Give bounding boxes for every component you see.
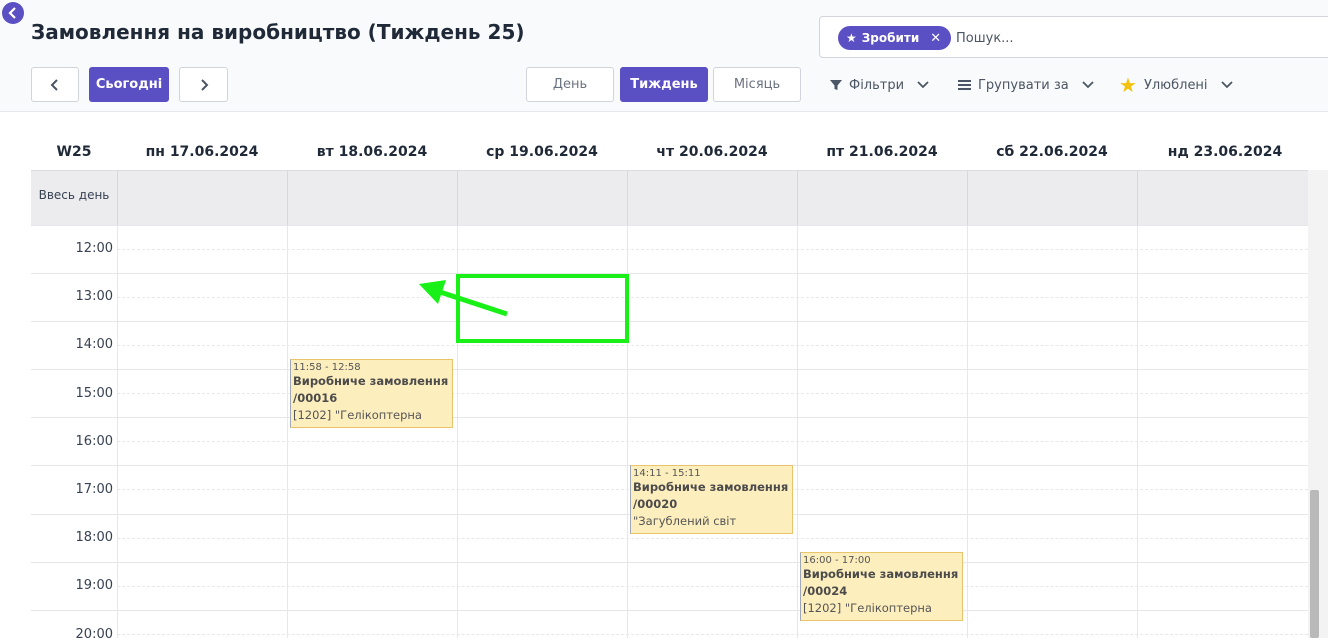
day-header[interactable]: пт 21.06.2024 bbox=[797, 144, 967, 160]
annotation-highlight-box bbox=[456, 274, 629, 343]
day-header[interactable]: нд 23.06.2024 bbox=[1137, 144, 1313, 160]
column-divider bbox=[797, 225, 798, 638]
column-divider bbox=[627, 170, 628, 225]
favorites-toggle[interactable]: ★ Улюблені bbox=[1119, 74, 1233, 96]
scale-day-button[interactable]: День bbox=[526, 67, 614, 102]
search-input[interactable] bbox=[956, 27, 1286, 49]
half-hour-line bbox=[117, 345, 1308, 346]
chevron-down-icon bbox=[917, 81, 929, 89]
next-button[interactable] bbox=[179, 67, 228, 102]
event-title: Виробниче замовлення bbox=[803, 567, 959, 581]
time-label: 13:00 bbox=[75, 289, 113, 304]
search-bar[interactable]: ★ Зробити ✕ bbox=[819, 16, 1328, 58]
half-hour-line bbox=[117, 538, 1308, 539]
filters-toggle[interactable]: Фільтри bbox=[830, 74, 929, 96]
event-number: /00016 bbox=[293, 391, 338, 405]
time-label: 19:00 bbox=[75, 578, 113, 593]
time-label: 12:00 bbox=[75, 241, 113, 256]
calendar-event[interactable]: 14:11 - 15:11 Виробниче замовлення /0002… bbox=[630, 465, 793, 534]
groupby-toggle[interactable]: Групувати за bbox=[958, 74, 1094, 96]
chevron-down-icon bbox=[1220, 81, 1233, 89]
filters-label: Фільтри bbox=[849, 77, 905, 93]
half-hour-line bbox=[117, 297, 1308, 298]
half-hour-line bbox=[117, 249, 1308, 250]
event-subtitle: [1202] "Гелікоптерна bbox=[803, 601, 932, 615]
column-divider bbox=[457, 170, 458, 225]
hour-line bbox=[31, 562, 1308, 563]
previous-button[interactable] bbox=[31, 67, 79, 102]
back-icon[interactable] bbox=[2, 2, 24, 24]
calendar-view: W25 пн 17.06.2024 вт 18.06.2024 ср 19.06… bbox=[31, 112, 1328, 638]
filter-icon bbox=[830, 80, 842, 90]
column-divider bbox=[967, 170, 968, 225]
column-divider bbox=[287, 225, 288, 638]
favorites-label: Улюблені bbox=[1143, 77, 1208, 93]
time-label: 14:00 bbox=[75, 337, 113, 352]
calendar-header: W25 пн 17.06.2024 вт 18.06.2024 ср 19.06… bbox=[31, 112, 1328, 170]
close-icon[interactable]: ✕ bbox=[930, 31, 941, 46]
time-label: 16:00 bbox=[75, 434, 113, 449]
column-divider bbox=[797, 170, 798, 225]
event-time: 16:00 - 17:00 bbox=[803, 555, 871, 566]
event-time: 11:58 - 12:58 bbox=[293, 362, 361, 373]
scrollbar-thumb[interactable] bbox=[1310, 490, 1319, 638]
page-title: Замовлення на виробництво (Тиждень 25) bbox=[31, 20, 525, 44]
all-day-row[interactable]: Ввесь день bbox=[31, 170, 1308, 218]
facet-label: Зробити bbox=[861, 31, 920, 45]
event-number: /00020 bbox=[633, 497, 678, 511]
event-time: 14:11 - 15:11 bbox=[633, 468, 701, 479]
all-day-label: Ввесь день bbox=[31, 171, 117, 218]
hour-line bbox=[31, 321, 1308, 322]
chevron-down-icon bbox=[1082, 81, 1094, 89]
column-divider bbox=[287, 170, 288, 225]
hour-line bbox=[31, 273, 1308, 274]
week-number: W25 bbox=[56, 144, 92, 160]
event-subtitle: "Загублений світ bbox=[633, 514, 737, 528]
column-divider bbox=[117, 225, 118, 638]
today-button[interactable]: Сьогодні bbox=[89, 67, 169, 102]
column-divider bbox=[1137, 170, 1138, 225]
day-header[interactable]: вт 18.06.2024 bbox=[287, 144, 457, 160]
time-label: 15:00 bbox=[75, 386, 113, 401]
day-header[interactable]: сб 22.06.2024 bbox=[967, 144, 1137, 160]
control-panel: Замовлення на виробництво (Тиждень 25) ★… bbox=[0, 0, 1328, 112]
event-title: Виробниче замовлення bbox=[633, 480, 789, 494]
column-divider bbox=[967, 225, 968, 638]
column-divider bbox=[117, 170, 118, 225]
calendar-event[interactable]: 11:58 - 12:58 Виробниче замовлення /0001… bbox=[290, 359, 453, 428]
star-icon: ★ bbox=[846, 31, 857, 45]
star-icon: ★ bbox=[1119, 73, 1137, 97]
event-number: /00024 bbox=[803, 584, 848, 598]
search-facet[interactable]: ★ Зробити ✕ bbox=[838, 26, 952, 50]
day-header[interactable]: ср 19.06.2024 bbox=[457, 144, 627, 160]
half-hour-line bbox=[117, 441, 1308, 442]
hour-line bbox=[31, 369, 1308, 370]
time-label: 20:00 bbox=[75, 627, 113, 638]
chevron-right-icon bbox=[200, 78, 208, 91]
time-grid[interactable]: 12:00 13:00 14:00 15:00 16:00 17:00 18:0… bbox=[31, 225, 1308, 638]
hour-line bbox=[31, 610, 1308, 611]
half-hour-line bbox=[117, 586, 1308, 587]
half-hour-line bbox=[117, 634, 1308, 635]
hour-line bbox=[31, 225, 1308, 226]
hour-line bbox=[31, 417, 1308, 418]
day-header[interactable]: чт 20.06.2024 bbox=[627, 144, 797, 160]
groupby-label: Групувати за bbox=[978, 77, 1069, 93]
day-header[interactable]: пн 17.06.2024 bbox=[117, 144, 287, 160]
event-subtitle: [1202] "Гелікоптерна bbox=[293, 408, 422, 422]
time-label: 18:00 bbox=[75, 530, 113, 545]
list-icon bbox=[958, 80, 971, 90]
time-label: 17:00 bbox=[75, 482, 113, 497]
scale-week-button[interactable]: Тиждень bbox=[620, 67, 708, 102]
scale-month-button[interactable]: Місяць bbox=[713, 67, 801, 102]
calendar-event[interactable]: 16:00 - 17:00 Виробниче замовлення /0002… bbox=[800, 552, 963, 621]
chevron-left-icon bbox=[50, 78, 58, 91]
column-divider bbox=[1137, 225, 1138, 638]
all-day-divider bbox=[31, 217, 1308, 225]
event-title: Виробниче замовлення bbox=[293, 374, 449, 388]
